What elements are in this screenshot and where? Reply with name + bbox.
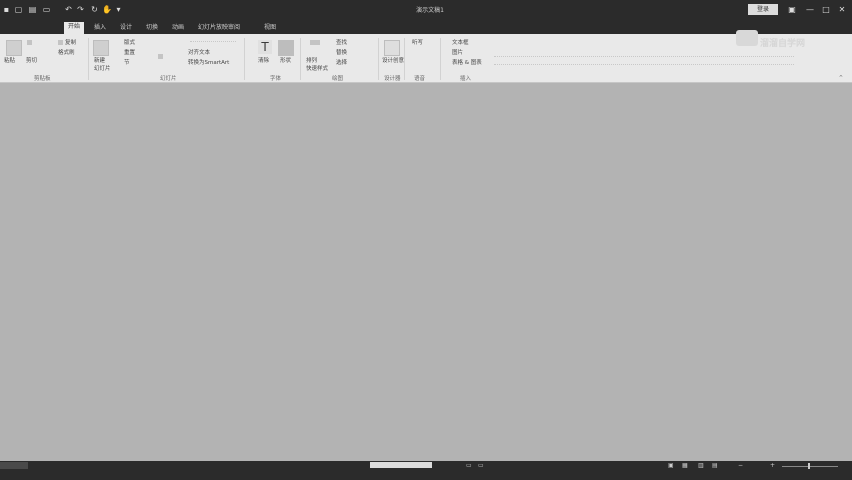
new-slide-icon: [93, 40, 109, 56]
touch-mode-icon[interactable]: ✋: [102, 5, 112, 14]
tab-home[interactable]: 开始: [64, 22, 85, 34]
find-button[interactable]: 查找: [336, 40, 347, 47]
reset-button[interactable]: 重置: [124, 50, 135, 57]
drawing-group-label: 绘图: [332, 76, 344, 82]
cut-button[interactable]: 剪切: [26, 58, 37, 65]
paste-button[interactable]: 粘贴: [4, 58, 15, 65]
arrange-icon: [310, 40, 320, 45]
close-button[interactable]: ✕: [836, 4, 848, 15]
tab-file[interactable]: [0, 20, 34, 34]
customize-icon[interactable]: ▾: [114, 5, 123, 14]
copy-button[interactable]: 复制: [58, 40, 76, 47]
slide-thumb-icon: [158, 54, 163, 59]
redo-icon[interactable]: ↷: [76, 5, 85, 14]
tab-slideshow[interactable]: 幻灯片放映: [198, 23, 228, 34]
app-icon: ▪: [3, 5, 10, 14]
separator: [378, 38, 379, 80]
notes-icon[interactable]: ▭: [466, 462, 472, 469]
table-button[interactable]: 表格 & 图表: [452, 60, 482, 67]
window-title: 演示文稿1: [416, 7, 444, 14]
collapse-ribbon-button[interactable]: ⌃: [838, 74, 844, 82]
shapes-button[interactable]: 形状: [280, 58, 291, 65]
designer-group-label: 设计器: [384, 76, 401, 82]
sign-in-button[interactable]: 登录: [748, 4, 778, 15]
dictate-button[interactable]: 听写: [412, 40, 423, 47]
format-painter-button[interactable]: 格式刷: [58, 50, 75, 57]
tab-review[interactable]: 审阅: [228, 23, 240, 34]
separator: [300, 38, 301, 80]
zoom-slider[interactable]: [782, 466, 838, 467]
reading-view-icon[interactable]: ▥: [698, 462, 704, 469]
print-icon[interactable]: ▭: [42, 5, 51, 14]
comments-icon[interactable]: ▭: [478, 462, 484, 469]
align-text-button[interactable]: 对齐文本: [188, 50, 210, 57]
shapes-gallery-icon[interactable]: [278, 40, 294, 56]
ribbon-guide-line: [494, 64, 794, 66]
ribbon-options-button[interactable]: ▣: [786, 4, 798, 15]
watermark-text: 溜溜自学网: [760, 39, 806, 49]
ribbon-guide-line: [494, 56, 794, 58]
separator: [88, 38, 89, 80]
normal-view-icon[interactable]: ▣: [668, 462, 674, 469]
zoom-in-icon[interactable]: +: [770, 462, 775, 469]
clipboard-group-label: 剪贴板: [34, 76, 51, 82]
slides-group-label: 幻灯片: [160, 76, 177, 82]
separator: [440, 38, 441, 80]
bold-button[interactable]: 清除: [258, 58, 269, 65]
watermark-logo-icon: [736, 30, 758, 46]
slide-sorter-icon[interactable]: ▦: [682, 462, 688, 469]
slideshow-view-icon[interactable]: ▤: [712, 462, 718, 469]
maximize-button[interactable]: □: [820, 4, 832, 15]
zoom-slider-thumb[interactable]: [808, 463, 810, 469]
paste-icon: [6, 40, 22, 56]
replace-button[interactable]: 替换: [336, 50, 347, 57]
tab-insert[interactable]: 插入: [94, 23, 106, 34]
minimize-button[interactable]: —: [804, 4, 816, 15]
tab-design[interactable]: 设计: [120, 23, 132, 34]
separator: [404, 38, 405, 80]
voice-group-label: 语音: [414, 76, 426, 82]
section-button[interactable]: 节: [124, 60, 130, 67]
separator: [244, 38, 245, 80]
text-direction-icon[interactable]: T: [258, 40, 272, 54]
open-icon[interactable]: ▤: [28, 5, 37, 14]
slide-info: [0, 462, 28, 469]
convert-smartart-button[interactable]: 转换为SmartArt: [188, 60, 229, 67]
tab-transitions[interactable]: 切换: [146, 23, 158, 34]
new-slide-label: 幻灯片: [94, 66, 111, 72]
horizontal-scrollbar[interactable]: [370, 462, 432, 468]
text-box-button[interactable]: 文本框: [452, 40, 469, 47]
tab-animations[interactable]: 动画: [172, 23, 184, 34]
select-button[interactable]: 选择: [336, 60, 347, 67]
cut-icon: [27, 40, 32, 45]
tab-view[interactable]: 视图: [264, 23, 276, 34]
layout-button[interactable]: 版式: [124, 40, 135, 47]
font-name-box[interactable]: [190, 41, 236, 43]
font-group-label: 字体: [270, 76, 282, 82]
arrange-button[interactable]: 排列: [306, 58, 317, 65]
designer-icon[interactable]: [384, 40, 400, 56]
undo-icon[interactable]: ↶: [64, 5, 73, 14]
designer-button[interactable]: 设计创意: [382, 58, 404, 65]
insert-group-label: 插入: [460, 76, 472, 82]
zoom-out-icon[interactable]: −: [738, 462, 743, 469]
quick-styles-button[interactable]: 快速样式: [306, 66, 328, 73]
save-icon[interactable]: ▢: [14, 5, 23, 14]
repeat-icon[interactable]: ↻: [90, 5, 99, 14]
picture-button[interactable]: 图片: [452, 50, 463, 57]
new-slide-button[interactable]: 新建: [94, 58, 105, 65]
